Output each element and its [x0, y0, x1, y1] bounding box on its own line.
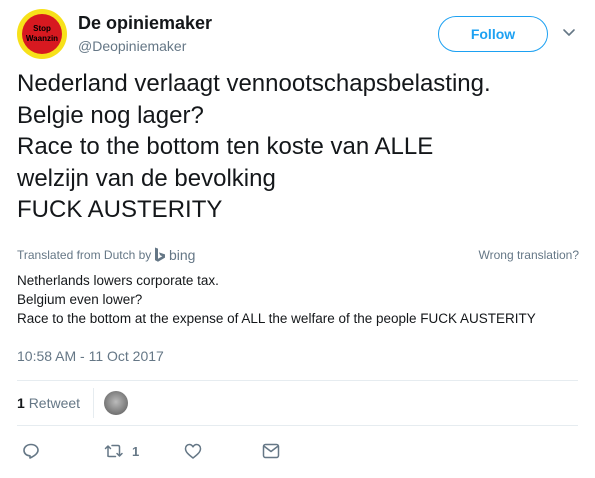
retweet-stat[interactable]: 1 Retweet: [17, 395, 80, 411]
user-name[interactable]: De opiniemaker: [78, 13, 212, 34]
translated-from-label: Translated from Dutch by: [17, 248, 152, 262]
avatar-text-line1: Stop: [33, 24, 51, 33]
tweet-text: Nederland verlaagt vennootschapsbelastin…: [17, 70, 491, 223]
retweet-stat-label: Retweet: [28, 395, 81, 411]
divider: [17, 380, 578, 381]
reply-button[interactable]: [22, 441, 40, 461]
direct-message-icon: [262, 443, 280, 459]
stat-separator: [93, 388, 94, 418]
retweet-stat-count: 1: [17, 395, 25, 411]
retweet-action-count: 1: [132, 443, 140, 459]
follow-button[interactable]: Follow: [438, 16, 548, 52]
translated-text: Netherlands lowers corporate tax. Belgiu…: [17, 273, 536, 326]
like-icon: [184, 443, 202, 459]
direct-message-button[interactable]: [262, 441, 280, 461]
retweeter-avatar[interactable]: [104, 391, 128, 415]
divider: [17, 425, 578, 426]
reply-icon: [23, 443, 39, 459]
wrong-translation-link[interactable]: Wrong translation?: [479, 248, 580, 262]
retweet-button[interactable]: 1: [104, 441, 139, 461]
tweet-card: Stop Waanzin De opiniemaker @Deopiniemak…: [0, 0, 595, 478]
bing-wordmark: bing: [169, 247, 196, 263]
avatar[interactable]: Stop Waanzin: [17, 9, 67, 59]
like-button[interactable]: [184, 441, 202, 461]
avatar-stop-sign: Stop Waanzin: [22, 14, 62, 54]
user-handle[interactable]: @Deopiniemaker: [78, 38, 186, 54]
avatar-text-line2: Waanzin: [25, 34, 59, 43]
bing-logo[interactable]: bing: [154, 246, 195, 264]
translation-bar: Translated from Dutch by bing Wrong tran…: [17, 246, 579, 264]
retweet-icon: [104, 444, 123, 458]
chevron-down-icon[interactable]: [562, 26, 576, 40]
tweet-timestamp[interactable]: 10:58 AM - 11 Oct 2017: [17, 348, 164, 364]
bing-logo-icon: [155, 247, 165, 262]
